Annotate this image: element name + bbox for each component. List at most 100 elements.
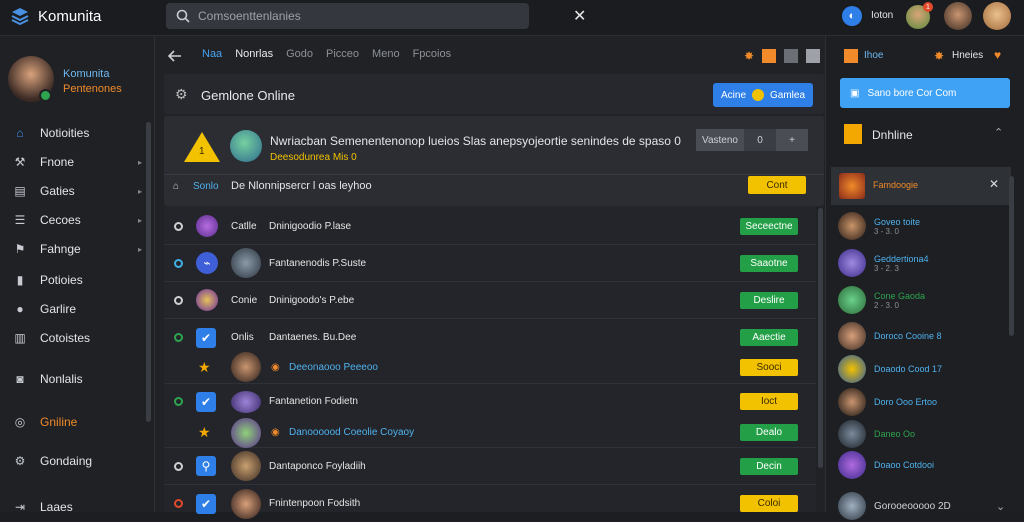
- tab-meno[interactable]: Meno: [372, 48, 400, 60]
- sidebar: Komunita Pentenones ⌂ Notioities ⚒ Fnone ▸ …: [0, 36, 155, 514]
- sidebar-item-garlire[interactable]: ● Garlire: [12, 302, 142, 316]
- close-icon[interactable]: ✕: [989, 177, 999, 191]
- list-item[interactable]: ✔ Fnintenpoon Fodsith Coloi: [164, 485, 816, 522]
- contact-avatar: [838, 388, 866, 416]
- checkbox-icon[interactable]: ✔: [196, 493, 216, 514]
- list-scrollbar[interactable]: [818, 208, 823, 468]
- stepper-left[interactable]: Vasteno: [696, 129, 744, 151]
- row-action-button[interactable]: Coloi: [740, 495, 798, 512]
- row-action-button[interactable]: Deslire: [740, 291, 798, 309]
- sidebar-item-fnone[interactable]: ⚒ Fnone ▸: [12, 155, 142, 169]
- checkbox-icon[interactable]: ✔: [196, 327, 216, 348]
- right-scrollbar[interactable]: [1009, 176, 1014, 336]
- row-avatar: [231, 451, 261, 481]
- sidebar-item-fahnge[interactable]: ⚑ Fahnge ▸: [12, 242, 142, 256]
- list-item[interactable]: ⚲ Dantaponco Foyladiih Decin: [164, 448, 816, 485]
- list-item[interactable]: ✔ Fantanetion Fodietn Ioct: [164, 385, 816, 418]
- row-desc: Fnintenpoon Fodsith: [269, 498, 361, 509]
- quantity-stepper[interactable]: Vasteno 0 +: [696, 129, 808, 151]
- chevron-down-icon[interactable]: ⌄: [996, 500, 1005, 513]
- status-ring-icon: [174, 397, 183, 406]
- sidebar-scrollbar[interactable]: [146, 122, 151, 422]
- app-brand[interactable]: Komunita: [10, 6, 101, 26]
- chevron-icon: ▸: [137, 186, 142, 196]
- list-item[interactable]: ★ ◉ Deeonaooo Peeeoo Sooci: [164, 351, 816, 384]
- fire-icon[interactable]: ✸: [744, 49, 754, 63]
- right-header-label2: Hneies: [952, 50, 984, 61]
- contact-item[interactable]: Cone Gaoda 2 - 3. 0: [838, 286, 925, 314]
- row-avatar: [231, 248, 261, 278]
- status-ring-icon: [174, 295, 183, 305]
- row-title: Conie: [231, 294, 258, 306]
- contact-item[interactable]: Doaoo Cotdooi: [838, 451, 934, 479]
- row-avatar: [231, 417, 261, 448]
- accept-button[interactable]: Acine Gamlea: [713, 83, 813, 107]
- gear-icon: ⚙: [14, 454, 26, 468]
- contact-item[interactable]: Goveo toite 3 - 3. 0: [838, 212, 920, 240]
- row-desc: Deeonaooo Peeeoo: [289, 361, 378, 373]
- sidebar-item-gaties[interactable]: ▤ Gaties ▸: [12, 184, 142, 198]
- stepper-plus[interactable]: +: [776, 129, 808, 151]
- contact-avatar: [838, 355, 866, 383]
- sidebar-item-gniline[interactable]: ◎ Gniline: [12, 415, 142, 429]
- box-icon[interactable]: [762, 49, 777, 63]
- list-item[interactable]: Conie Dninigoodo's P.ebe Deslire: [164, 282, 816, 319]
- row-action-button[interactable]: Sooci: [740, 358, 798, 376]
- contact-item[interactable]: Doaodo Cood 17: [838, 355, 942, 383]
- row-action-button[interactable]: Aaectie: [740, 329, 798, 346]
- flame-icon: ◉: [271, 427, 280, 438]
- tab-fpcoios[interactable]: Fpcoios: [413, 48, 452, 60]
- sidebar-item-cecoes[interactable]: ☰ Cecoes ▸: [12, 213, 142, 227]
- tab-naa[interactable]: Naa: [202, 48, 222, 60]
- row-desc: Fantanenodis P.Suste: [269, 257, 367, 269]
- sidebar-item-potioies[interactable]: ▮ Potioies: [12, 273, 142, 287]
- tab-picceo[interactable]: Picceo: [326, 48, 359, 60]
- sidebar-item-nonlalis[interactable]: ◙ Nonlalis: [12, 372, 142, 386]
- close-icon[interactable]: ✕: [573, 6, 586, 26]
- cta-button[interactable]: ▣ Sano bore Cor Com: [840, 78, 1010, 108]
- list-item[interactable]: Catlle Dninigoodio P.lase Seceectne: [164, 208, 816, 245]
- sidebar-item-cotoistes[interactable]: ▥ Cotoistes: [12, 331, 142, 345]
- online-status-icon: [39, 89, 52, 102]
- tab-godo[interactable]: Godo: [286, 48, 313, 60]
- exit-tile-icon[interactable]: [806, 49, 821, 63]
- contact-item[interactable]: Doro Ooo Ertoo: [838, 388, 937, 416]
- back-arrow-icon[interactable]: [168, 50, 182, 62]
- contact-item[interactable]: Geddertiona4 3 - 2. 3: [838, 249, 929, 277]
- coin-icon: [752, 89, 764, 101]
- home-icon: ⌂: [16, 126, 24, 140]
- star-icon: ★: [198, 424, 211, 440]
- tab-nonrlas[interactable]: Nonrlas: [235, 48, 273, 60]
- contact-item[interactable]: Daneo Oo: [838, 420, 915, 448]
- avatar[interactable]: [944, 2, 972, 30]
- search-placeholder: Comsoenttenlanies: [198, 9, 301, 23]
- sidebar-item-gondaing[interactable]: ⚙ Gondaing: [12, 454, 142, 468]
- row-action-button[interactable]: Dealo: [740, 424, 798, 441]
- row-action-button[interactable]: Saaotne: [740, 254, 798, 272]
- checkbox-icon[interactable]: ✔: [196, 391, 216, 412]
- row-avatar: [231, 390, 261, 413]
- notification-icon[interactable]: ◐: [842, 6, 862, 26]
- fire-icon: ✸: [934, 49, 945, 63]
- status-ring-icon: [174, 333, 183, 342]
- count-button[interactable]: Cont: [748, 176, 806, 194]
- avatar[interactable]: [983, 2, 1011, 30]
- row-desc: Dantaenes. Bu.Dee: [269, 332, 357, 343]
- row-action-button[interactable]: Ioct: [740, 393, 798, 410]
- row-action-button[interactable]: Decin: [740, 457, 798, 475]
- row-avatar: [196, 215, 218, 237]
- contact-item[interactable]: Gorooeooooo 2D: [838, 492, 951, 520]
- sidebar-item-notioities[interactable]: ⌂ Notioities: [12, 126, 142, 140]
- list-item[interactable]: ★ ◉ Danoooood Coeolie Coyaoy Dealo: [164, 417, 816, 448]
- row-title: Onlis: [231, 332, 254, 343]
- infoline-text: De Nlonnipsercr l oas leyhoo: [231, 180, 372, 192]
- flag-icon: ⚑: [14, 242, 26, 256]
- row-desc: Dninigoodo's P.ebe: [269, 294, 355, 306]
- contact-item[interactable]: Doroco Cooine 8: [838, 322, 942, 350]
- row-action-button[interactable]: Seceectne: [740, 217, 798, 235]
- list-item[interactable]: ⌁ Fantanenodis P.Suste Saaotne: [164, 245, 816, 282]
- chevron-up-icon[interactable]: ⌃: [994, 126, 1003, 139]
- selected-item[interactable]: Famdoogie ✕: [831, 167, 1011, 205]
- tile-icon[interactable]: [784, 49, 799, 63]
- search-input[interactable]: Comsoenttenlanies: [166, 3, 529, 29]
